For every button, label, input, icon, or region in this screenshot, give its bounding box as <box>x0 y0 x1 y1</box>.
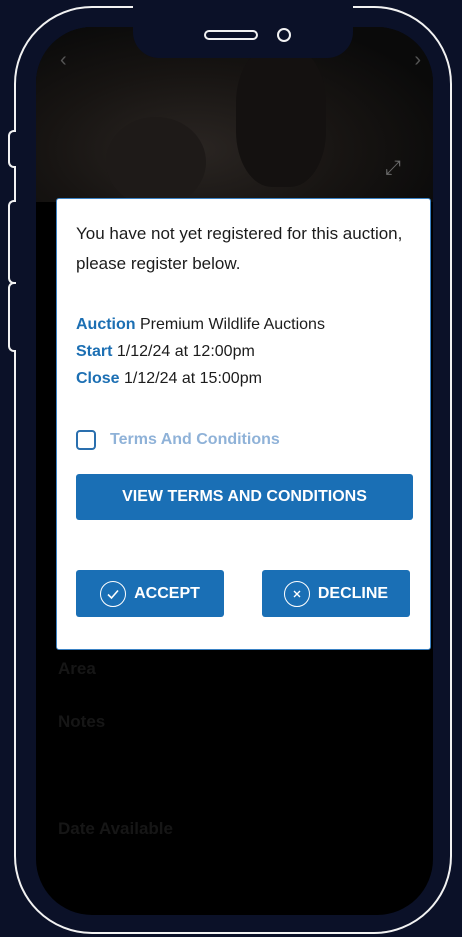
close-label: Close <box>76 370 120 387</box>
photo-shape <box>236 47 326 187</box>
photo-shape <box>106 117 206 207</box>
terms-row: Terms And Conditions <box>76 430 280 450</box>
speaker <box>204 30 258 40</box>
field-label-area: Area <box>58 659 96 678</box>
side-button-volume-up <box>8 200 16 284</box>
decline-button[interactable]: DECLINE <box>262 570 410 617</box>
start-row: Start 1/12/24 at 12:00pm <box>76 338 325 365</box>
start-label: Start <box>76 343 113 360</box>
field-label-date-available: Date Available <box>58 819 173 838</box>
view-terms-label: VIEW TERMS AND CONDITIONS <box>122 488 367 505</box>
terms-checkbox[interactable] <box>76 430 96 450</box>
chevron-right-icon[interactable]: › <box>414 49 421 72</box>
view-terms-button[interactable]: VIEW TERMS AND CONDITIONS <box>76 474 413 520</box>
auction-label: Auction <box>76 316 136 333</box>
field-label-notes: Notes <box>58 712 106 731</box>
side-button-volume-down <box>8 282 16 352</box>
decline-label: DECLINE <box>317 584 389 602</box>
close-value: 1/12/24 at 15:00pm <box>124 370 262 387</box>
expand-icon[interactable]: ⤢ <box>385 157 401 180</box>
auction-row: Auction Premium Wildlife Auctions <box>76 311 325 338</box>
accept-label: ACCEPT <box>134 584 200 602</box>
terms-checkbox-label[interactable]: Terms And Conditions <box>110 431 280 449</box>
accept-button[interactable]: ACCEPT <box>76 570 224 617</box>
chevron-left-icon[interactable]: ‹ <box>60 49 67 72</box>
camera <box>277 28 291 42</box>
check-circle-icon <box>100 580 127 607</box>
registration-message: You have not yet registered for this auc… <box>76 224 403 273</box>
registration-modal: You have not yet registered for this auc… <box>56 198 431 650</box>
side-button-mute <box>8 130 16 168</box>
close-row: Close 1/12/24 at 15:00pm <box>76 365 325 392</box>
start-value: 1/12/24 at 12:00pm <box>116 343 255 360</box>
auction-value: Premium Wildlife Auctions <box>140 316 325 333</box>
close-circle-icon <box>283 580 310 607</box>
auction-info: Auction Premium Wildlife Auctions Start … <box>76 311 325 392</box>
